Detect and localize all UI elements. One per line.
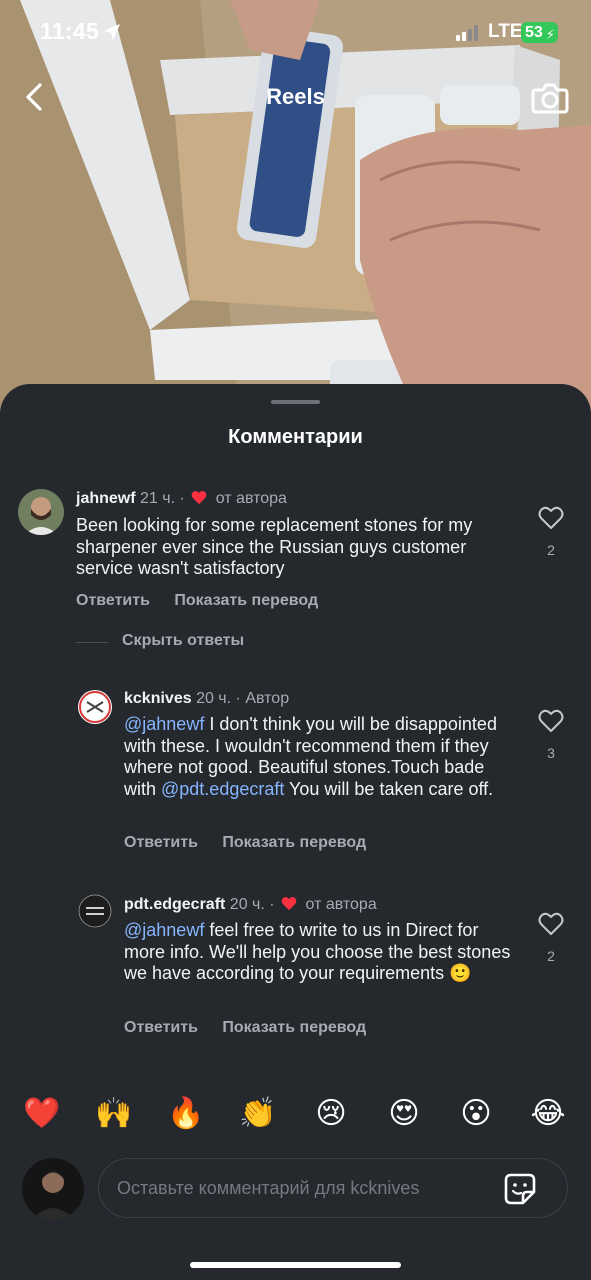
show-translation-button[interactable]: Показать перевод [174,592,318,609]
author-tag: от автора [305,896,377,913]
sticker-icon[interactable] [503,1172,537,1206]
current-user-avatar[interactable] [22,1158,84,1220]
hide-replies-button[interactable]: Скрыть ответы [122,632,244,650]
user-photo [22,1158,84,1220]
comment-actions: Ответить Показать перевод [76,592,338,610]
like-count: 2 [547,948,555,964]
avatar[interactable] [78,894,112,928]
heart-filled-icon [281,896,297,911]
status-bar: 11:45 LTE 53 ⚡ [0,0,591,64]
comment-time: 20 ч. [229,896,265,913]
replies-divider [76,642,108,643]
mention-link[interactable]: @pdt.edgecraft [161,779,284,799]
page-title: Reels [266,84,325,109]
comments-sheet: Комментарии jahnewf 21 ч. · от автора Be… [0,384,591,1280]
like-heart-icon[interactable] [538,709,564,733]
mention-link[interactable]: @jahnewf [124,920,204,940]
like-heart-icon[interactable] [538,506,564,530]
home-indicator[interactable] [190,1262,401,1268]
separator: · [235,690,241,707]
battery-level: 53 [525,24,543,41]
comment-username[interactable]: pdt.edgecraft [124,896,225,913]
mention-link[interactable]: @jahnewf [124,714,204,734]
location-arrow-icon [104,24,120,40]
emoji-clap-button[interactable]: 👏 [238,1096,278,1132]
author-tag: от автора [215,490,287,507]
emoji-crying-button[interactable]: 😢 [311,1096,351,1132]
reply-button[interactable]: Ответить [76,592,150,609]
emoji-fire-button[interactable]: 🔥 [166,1096,206,1132]
status-time: 11:45 [40,18,100,44]
author-tag: Автор [245,690,290,707]
reply-button[interactable]: Ответить [124,1019,198,1036]
edgecraft-logo [78,894,112,928]
emoji-surprised-button[interactable]: 😮 [456,1096,496,1132]
reels-header: Reels [0,70,591,126]
reply-button[interactable]: Ответить [124,834,198,851]
emoji-heart-eyes-button[interactable]: 😍 [384,1096,424,1132]
show-translation-button[interactable]: Показать перевод [222,1019,366,1036]
comment-meta: pdt.edgecraft 20 ч. · от автора [124,896,377,914]
heart-filled-icon [191,490,207,505]
like-heart-icon[interactable] [538,912,564,936]
network-type: LTE [488,21,523,42]
comment-username[interactable]: jahnewf [76,490,136,507]
emoji-heart-button[interactable]: ❤️ [22,1096,62,1132]
comment-actions: Ответить Показать перевод [124,1019,386,1037]
avatar[interactable] [78,690,112,724]
emoji-laughing-button[interactable]: 😂 [528,1096,568,1132]
comment-text: @jahnewf I don't think you will be disap… [124,714,504,800]
comment-meta: kcknives 20 ч. · Автор [124,690,289,708]
comment-text-part: You will be taken care off. [284,778,494,799]
battery-indicator: 53 ⚡ [521,22,558,43]
camera-icon[interactable] [530,78,570,118]
charging-bolt-icon: ⚡ [545,27,555,42]
comment-username[interactable]: kcknives [124,690,192,707]
like-count: 2 [547,542,555,558]
comment-text: @jahnewf feel free to write to us in Dir… [124,920,519,985]
comment-actions: Ответить Показать перевод [124,834,386,852]
avatar[interactable] [18,489,64,535]
sheet-grabber[interactable] [271,400,320,404]
emoji-raised-hands-button[interactable]: 🙌 [94,1096,134,1132]
separator: · [269,896,275,913]
comment-meta: jahnewf 21 ч. · от автора [76,490,287,508]
show-translation-button[interactable]: Показать перевод [222,834,366,851]
sheet-title: Комментарии [228,426,363,448]
cellular-signal-icon [456,25,478,41]
user-photo [18,489,64,535]
comment-input-placeholder: Оставьте комментарий для kcknives [117,1178,420,1198]
separator: · [179,490,185,507]
kcknives-logo [79,691,111,723]
comment-input[interactable]: Оставьте комментарий для kcknives [98,1158,568,1218]
like-count: 3 [547,745,555,761]
emoji-reaction-bar: ❤️ 🙌 🔥 👏 😢 😍 😮 😂 [0,1096,591,1136]
comment-time: 21 ч. [140,490,176,507]
comment-time: 20 ч. [196,690,232,707]
comment-text: Been looking for some replacement stones… [76,515,473,578]
